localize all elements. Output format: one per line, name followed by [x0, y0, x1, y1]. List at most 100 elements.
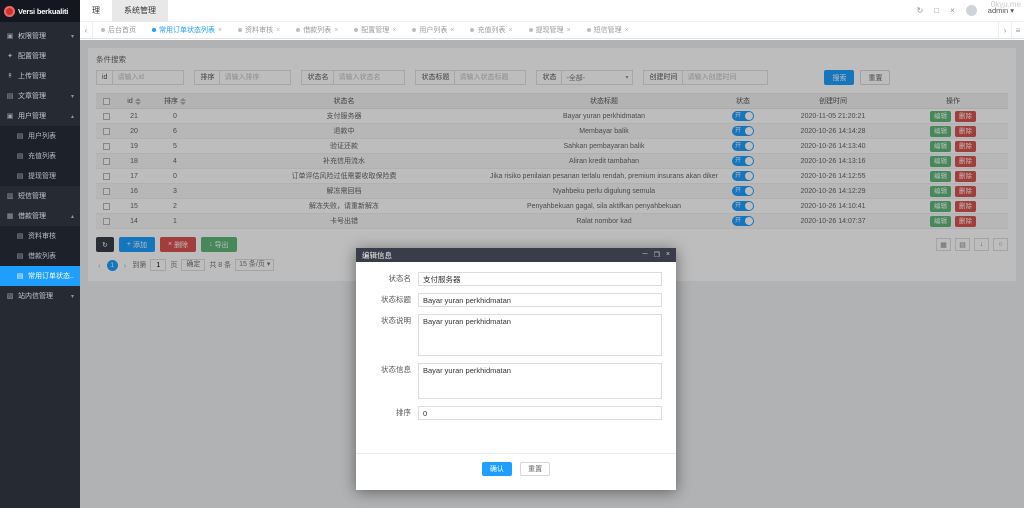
confirm-button[interactable]: 确认	[482, 462, 512, 476]
avatar[interactable]	[966, 5, 977, 16]
gear-icon: ✦	[6, 52, 14, 60]
message-icon: ▥	[6, 192, 14, 200]
user-menu[interactable]: admin ▾	[988, 6, 1014, 15]
close-tab-icon[interactable]: ×	[276, 27, 280, 34]
tab-dot-icon	[354, 28, 358, 32]
list-icon: ▤	[16, 252, 24, 260]
tabs-menu-icon[interactable]: ≡	[1011, 22, 1024, 38]
sidebar-item-order-status[interactable]: ▤ 常用订单状态..	[0, 266, 80, 286]
sidebar-submenu-users: ▤ 用户列表 ▤ 充值列表 ▤ 提现管理	[0, 126, 80, 186]
sidebar-item-config[interactable]: ✦ 配置管理	[0, 46, 80, 66]
sidebar-item-withdraw[interactable]: ▤ 提现管理	[0, 166, 80, 186]
sidebar-item-users[interactable]: ▣ 用户管理 ▴	[0, 106, 80, 126]
close-tab-icon[interactable]: ×	[508, 27, 512, 34]
sort-input[interactable]	[418, 406, 662, 420]
modal-title: 编辑信息	[362, 250, 392, 261]
tabs-scroll-right[interactable]: ›	[998, 22, 1011, 38]
close-tab-icon[interactable]: ×	[218, 27, 222, 34]
chevron-up-icon: ▴	[71, 213, 74, 220]
close-tab-icon[interactable]: ×	[450, 27, 454, 34]
tab-dot-icon	[152, 28, 156, 32]
sidebar-item-site-mail[interactable]: ▧ 站内信管理 ▾	[0, 286, 80, 306]
mail-icon: ▧	[6, 292, 14, 300]
close-tab-icon[interactable]: ×	[392, 27, 396, 34]
status-info-textarea[interactable]: Bayar yuran perkhidmatan	[418, 363, 662, 399]
minimize-icon[interactable]: ─	[643, 251, 648, 259]
modal-reset-button[interactable]: 重置	[520, 462, 550, 476]
tab-user-list[interactable]: 用户列表 ×	[404, 22, 462, 38]
maximize-icon[interactable]: ❐	[654, 251, 660, 259]
modal-body: 状态名 状态标题 状态说明 Bayar yuran perkhidmatan 状…	[356, 262, 676, 453]
modal-window-controls: ─ ❐ ×	[643, 251, 670, 259]
close-tab-icon[interactable]: ×	[334, 27, 338, 34]
top-bar: 理 系统管理 ↻ □ × admin ▾	[80, 0, 1024, 22]
list-icon: ▤	[16, 172, 24, 180]
tab-dot-icon	[296, 28, 300, 32]
user-icon: ▣	[6, 112, 14, 120]
field-label: 状态标题	[362, 293, 418, 307]
top-right-controls: ↻ □ × admin ▾	[917, 5, 1024, 16]
upload-icon: ↟	[6, 72, 14, 80]
breadcrumb-tabbar: ‹ 后台首页 常用订单状态列表 × 资料审核 × 借款列表 × 配置管理 × 用	[80, 22, 1024, 39]
list-icon: ▤	[16, 152, 24, 160]
tabs: 后台首页 常用订单状态列表 × 资料审核 × 借款列表 × 配置管理 × 用户列…	[93, 22, 998, 38]
modal-footer: 确认 重置	[356, 453, 676, 490]
sidebar-item-upload[interactable]: ↟ 上传管理	[0, 66, 80, 86]
tab-dot-icon	[587, 28, 591, 32]
list-icon: ▤	[16, 132, 24, 140]
tab-home[interactable]: 后台首页	[93, 22, 144, 38]
sidebar: Versi berkualiti ▣ 权限管理 ▾ ✦ 配置管理 ↟ 上传管理 …	[0, 0, 80, 508]
sidebar-item-loan-list[interactable]: ▤ 借款列表	[0, 246, 80, 266]
loan-icon: ▦	[6, 212, 14, 220]
refresh-icon[interactable]: ↻	[917, 6, 924, 15]
top-menu-system[interactable]: 系统管理	[112, 0, 168, 22]
tab-dot-icon	[238, 28, 242, 32]
tab-sms[interactable]: 短信管理 ×	[579, 22, 637, 38]
top-menu-home[interactable]: 理	[80, 0, 112, 22]
app-logo: Versi berkualiti	[0, 0, 80, 22]
field-label: 状态信息	[362, 363, 418, 399]
tab-data-review[interactable]: 资料审核 ×	[230, 22, 288, 38]
status-desc-textarea[interactable]: Bayar yuran perkhidmatan	[418, 314, 662, 356]
close-icon[interactable]: ×	[950, 6, 955, 15]
status-name-input[interactable]	[418, 272, 662, 286]
close-tab-icon[interactable]: ×	[567, 27, 571, 34]
tab-config[interactable]: 配置管理 ×	[346, 22, 404, 38]
chevron-up-icon: ▴	[71, 113, 74, 120]
field-label: 状态说明	[362, 314, 418, 356]
tab-dot-icon	[529, 28, 533, 32]
sidebar-item-recharge-list[interactable]: ▤ 充值列表	[0, 146, 80, 166]
tab-recharge-list[interactable]: 充值列表 ×	[462, 22, 520, 38]
field-label: 排序	[362, 406, 418, 420]
sidebar-nav: ▣ 权限管理 ▾ ✦ 配置管理 ↟ 上传管理 ▤ 文章管理 ▾ ▣ 用户管理 ▴…	[0, 22, 80, 306]
close-tab-icon[interactable]: ×	[625, 27, 629, 34]
sidebar-item-permissions[interactable]: ▣ 权限管理 ▾	[0, 26, 80, 46]
tab-dot-icon	[412, 28, 416, 32]
sidebar-item-sms[interactable]: ▥ 短信管理	[0, 186, 80, 206]
sidebar-item-articles[interactable]: ▤ 文章管理 ▾	[0, 86, 80, 106]
modal-titlebar[interactable]: 编辑信息 ─ ❐ ×	[356, 248, 676, 262]
field-label: 状态名	[362, 272, 418, 286]
list-icon: ▤	[16, 272, 24, 280]
close-icon[interactable]: ×	[666, 251, 670, 259]
document-icon: ▤	[6, 92, 14, 100]
caret-down-icon: ▾	[1010, 6, 1014, 15]
sidebar-item-data-review[interactable]: ▤ 资料审核	[0, 226, 80, 246]
tab-order-status-list[interactable]: 常用订单状态列表 ×	[144, 22, 230, 38]
tab-withdraw[interactable]: 提现管理 ×	[521, 22, 579, 38]
chevron-down-icon: ▾	[71, 293, 74, 300]
tabs-scroll-left[interactable]: ‹	[80, 22, 93, 38]
fullscreen-icon[interactable]: □	[934, 6, 939, 15]
app-logo-icon	[4, 6, 15, 17]
tab-loan-list[interactable]: 借款列表 ×	[288, 22, 346, 38]
tab-dot-icon	[470, 28, 474, 32]
chevron-down-icon: ▾	[71, 33, 74, 40]
status-title-input[interactable]	[418, 293, 662, 307]
sidebar-item-user-list[interactable]: ▤ 用户列表	[0, 126, 80, 146]
app-logo-text: Versi berkualiti	[18, 7, 68, 16]
grid-icon: ▣	[6, 32, 14, 40]
list-icon: ▤	[16, 232, 24, 240]
tab-dot-icon	[101, 28, 105, 32]
sidebar-item-loans[interactable]: ▦ 借款管理 ▴	[0, 206, 80, 226]
edit-modal: 编辑信息 ─ ❐ × 状态名 状态标题 状态说明 Bayar yuran per…	[356, 248, 676, 490]
